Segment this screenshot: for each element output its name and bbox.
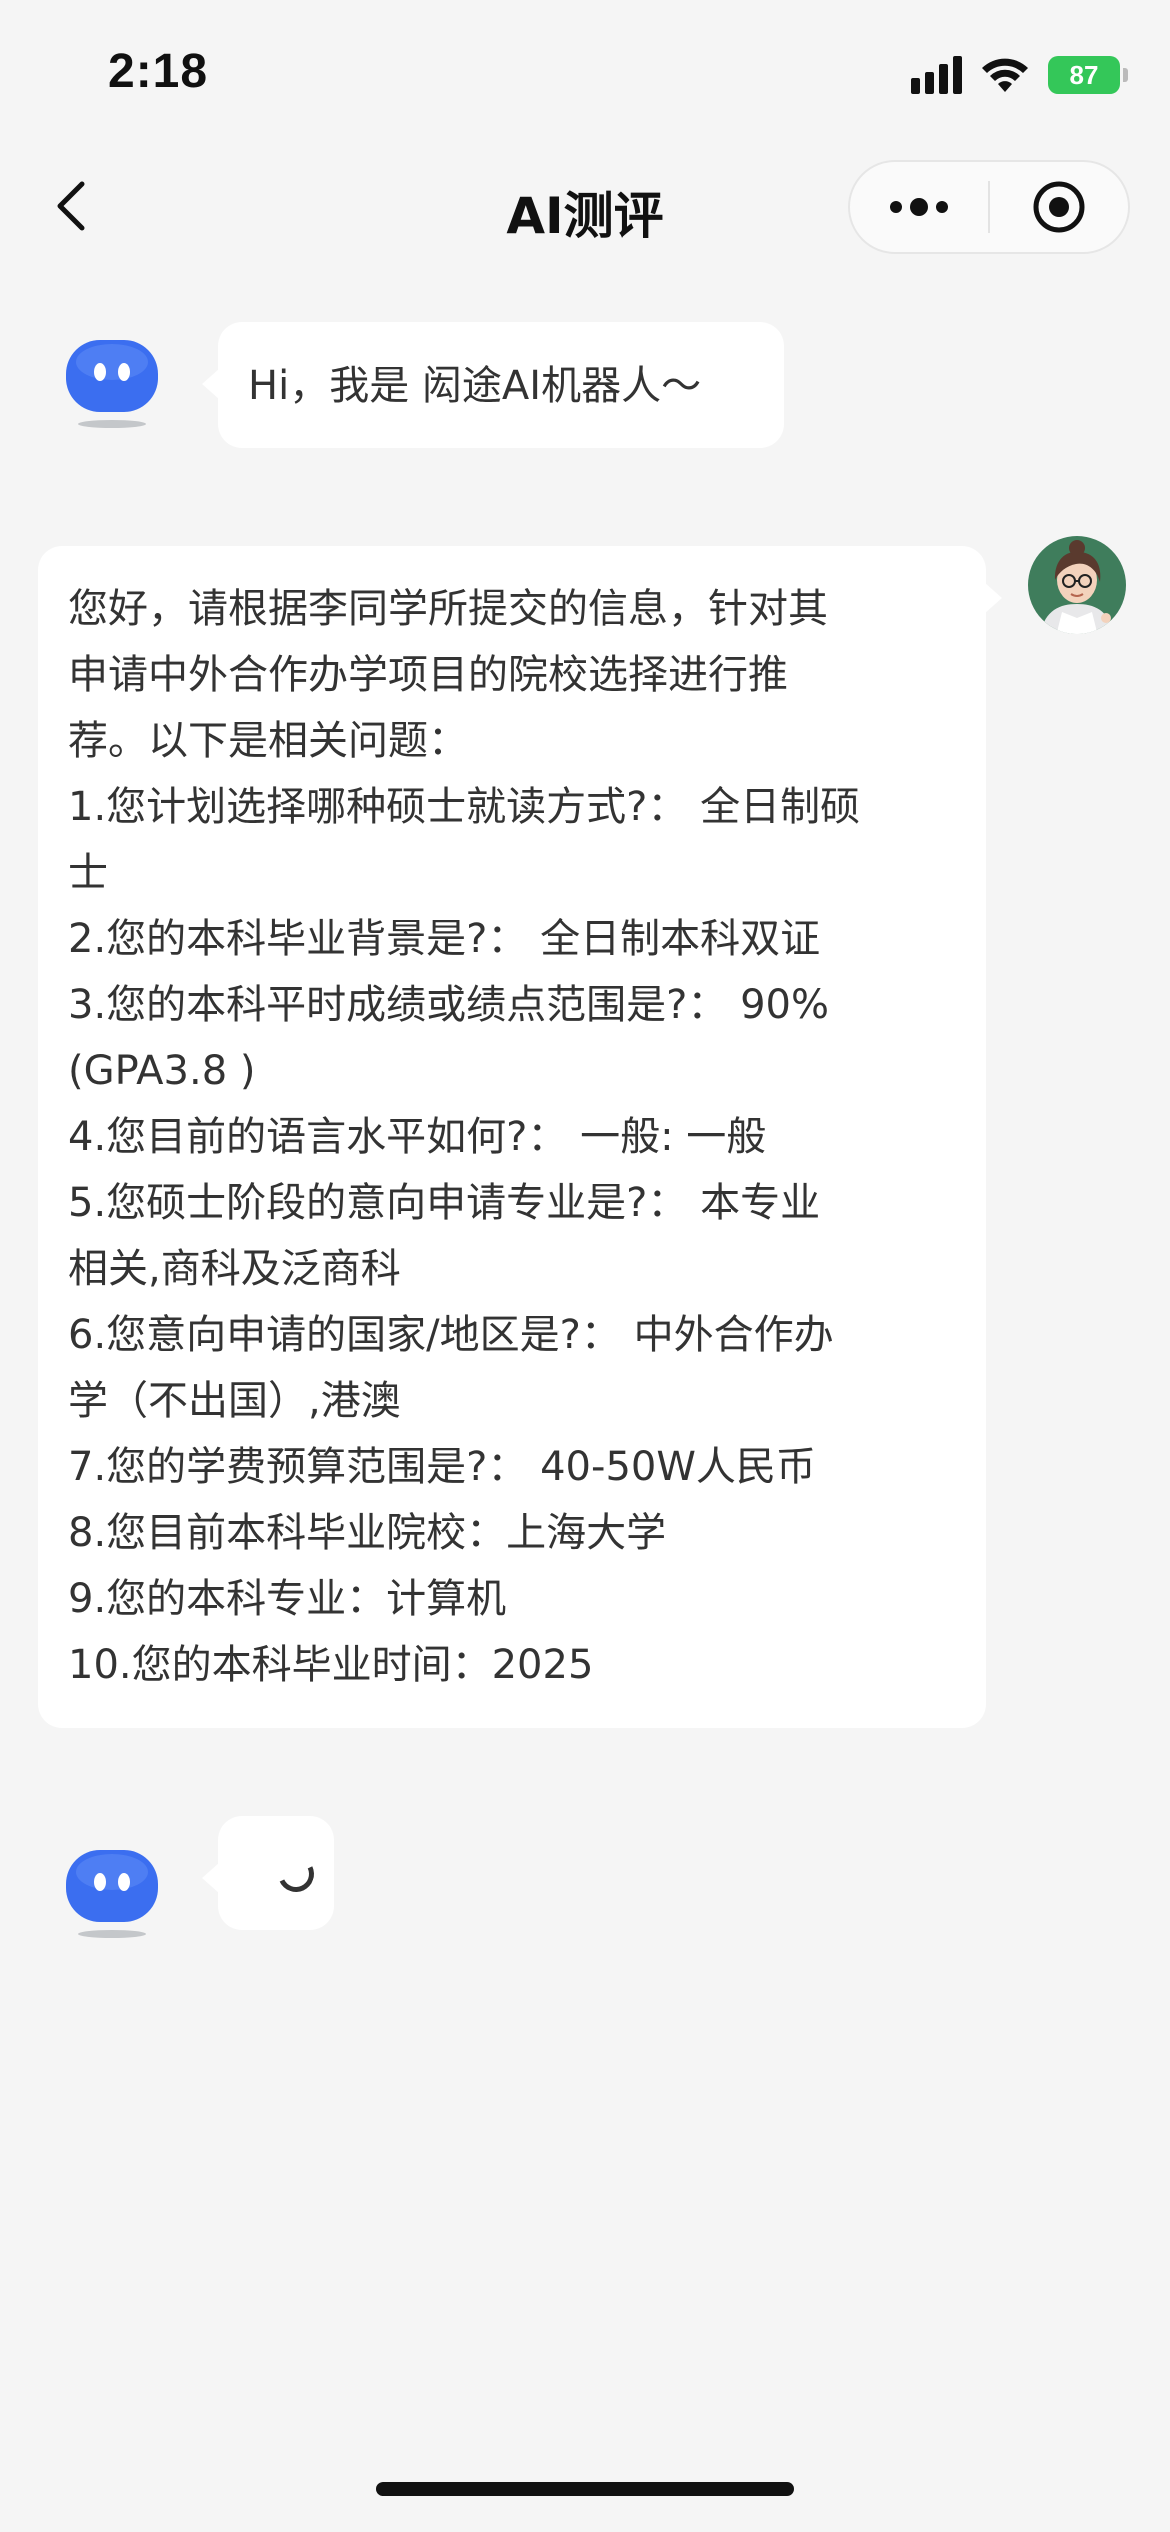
cellular-signal-icon [911, 56, 962, 94]
user-message-text: 您好，请根据李同学所提交的信息，针对其 申请中外合作办学项目的院校选择进行推 荐… [68, 576, 956, 1698]
bot-greeting-text: Hi，我是 闳途AI机器人～ [248, 363, 702, 409]
close-mini-program-button[interactable] [990, 160, 1128, 254]
message-line: 8.您目前本科毕业院校：上海大学 [68, 1510, 667, 1556]
battery-level: 87 [1069, 59, 1099, 90]
message-line: 2.您的本科毕业背景是?： 全日制本科双证 [68, 916, 821, 962]
message-line: 您好，请根据李同学所提交的信息，针对其 [68, 586, 828, 632]
message-line: (GPA3.8 ) [68, 1048, 256, 1094]
user-message-bubble: 您好，请根据李同学所提交的信息，针对其 申请中外合作办学项目的院校选择进行推 荐… [38, 546, 1002, 1728]
message-line: 1.您计划选择哪种硕士就读方式?： 全日制硕 [68, 784, 861, 830]
message-line: 士 [68, 850, 108, 896]
status-icons: 87 [911, 50, 1128, 100]
message-line: 4.您目前的语言水平如何?： 一般: 一般 [68, 1114, 767, 1160]
nav-bar: AI测评 [0, 140, 1170, 274]
bot-avatar [62, 332, 162, 432]
message-line: 7.您的学费预算范围是?： 40-50W人民币 [68, 1444, 816, 1490]
mini-program-capsule [848, 160, 1130, 254]
chat-screen: 2:18 87 AI测评 Hi，我是 闳途AI机器人～ 您好，请根据李同学所提交… [0, 0, 1170, 2532]
message-line: 5.您硕士阶段的意向申请专业是?： 本专业 [68, 1180, 821, 1226]
wifi-icon [982, 58, 1028, 92]
message-line: 申请中外合作办学项目的院校选择进行推 [68, 652, 788, 698]
message-line: 荐。以下是相关问题： [68, 718, 468, 764]
loading-spinner-icon [272, 1850, 320, 1898]
message-line: 3.您的本科平时成绩或绩点范围是?： 90% [68, 982, 830, 1028]
battery-icon: 87 [1048, 56, 1128, 94]
target-icon [1033, 181, 1085, 233]
message-line: 9.您的本科专业：计算机 [68, 1576, 507, 1622]
bot-avatar [62, 1842, 162, 1942]
more-dots-icon [890, 201, 902, 213]
more-button[interactable] [850, 160, 988, 254]
message-line: 相关,商科及泛商科 [68, 1246, 401, 1292]
bot-typing-bubble [202, 1816, 334, 1930]
status-bar: 2:18 87 [0, 0, 1170, 140]
user-avatar-icon [1028, 536, 1126, 634]
message-line: 学（不出国）,港澳 [68, 1378, 401, 1424]
message-line: 6.您意向申请的国家/地区是?： 中外合作办 [68, 1312, 834, 1358]
message-line: 10.您的本科毕业时间：2025 [68, 1642, 594, 1688]
bot-greeting-bubble: Hi，我是 闳途AI机器人～ [202, 322, 784, 448]
user-avatar [1026, 534, 1128, 636]
robot-avatar-icon [66, 340, 158, 428]
robot-avatar-icon [66, 1850, 158, 1938]
status-time: 2:18 [108, 45, 209, 98]
home-indicator[interactable] [376, 2482, 794, 2496]
